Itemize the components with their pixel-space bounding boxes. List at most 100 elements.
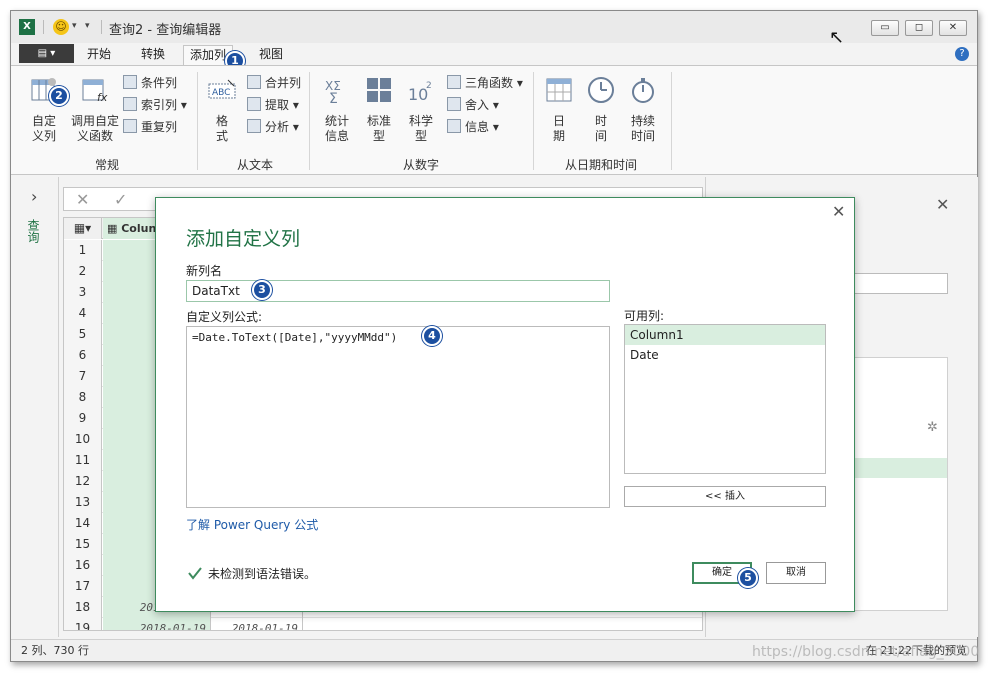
table-row[interactable]: 19 2018-01-19 2018-01-19 xyxy=(64,618,702,630)
standard-label-2: 型 xyxy=(372,129,385,143)
standard-button[interactable]: 标准 型 xyxy=(361,76,397,144)
cancel-button[interactable]: 取消 xyxy=(766,562,826,584)
step-badge-5: 5 xyxy=(738,568,758,588)
feedback-dropdown-icon[interactable]: ▾ xyxy=(72,21,77,31)
available-columns-list[interactable]: Column1 Date xyxy=(624,324,826,474)
information-label: 信息 xyxy=(465,120,490,134)
time-button[interactable]: 时 间 xyxy=(583,76,619,144)
close-pane-icon[interactable]: ✕ xyxy=(936,195,949,214)
quick-access-customize-icon[interactable]: ▾ xyxy=(85,21,90,31)
power-ten-icon: 102 xyxy=(408,81,432,104)
query-editor-window: X ☺ ▾ ▾ 查询2 - 查询编辑器 ↖ ▭ ◻ ✕ ▤ ▾ 开始 转换 添加… xyxy=(10,10,978,662)
svg-text:fx: fx xyxy=(97,91,108,104)
group-separator xyxy=(309,72,310,170)
confirm-formula-icon[interactable]: ✓ xyxy=(114,190,127,209)
trigonometry-button[interactable]: 三角函数 ▾ xyxy=(447,74,523,92)
calculator-icon xyxy=(367,78,391,102)
step-badge-3: 3 xyxy=(252,280,272,300)
smiley-feedback-icon[interactable]: ☺ xyxy=(53,19,69,35)
learn-power-query-link[interactable]: 了解 Power Query 公式 xyxy=(186,516,318,533)
duplicate-column-icon xyxy=(123,119,137,133)
formula-label: 自定义列公式: xyxy=(186,310,263,324)
time-label-2: 间 xyxy=(594,129,607,143)
rounding-icon xyxy=(447,97,461,111)
available-column-date[interactable]: Date xyxy=(625,345,825,365)
date-label-2: 期 xyxy=(552,129,565,143)
invoke-function-label-1: 调用自定 xyxy=(70,114,119,128)
format-label-1: 格 xyxy=(215,114,228,128)
date-button[interactable]: 日 期 xyxy=(541,76,577,144)
step-badge-4: 4 xyxy=(422,326,442,346)
row-number: 4 xyxy=(64,303,102,324)
duplicate-column-label: 重复列 xyxy=(141,120,178,134)
sigma-icon: XΣΣ xyxy=(325,79,341,107)
tab-view[interactable]: 视图 xyxy=(253,45,289,65)
group-label-general: 常规 xyxy=(95,158,120,172)
rounding-label: 舍入 xyxy=(465,98,490,112)
statistics-button[interactable]: XΣ Σ 统计 信息 xyxy=(317,76,357,144)
maximize-button[interactable]: ◻ xyxy=(905,20,933,36)
format-button[interactable]: ABC 格 式 xyxy=(205,76,239,144)
conditional-column-button[interactable]: 条件列 xyxy=(123,74,177,92)
row-number: 19 xyxy=(64,618,102,630)
extract-icon xyxy=(247,97,261,111)
row-number: 11 xyxy=(64,450,102,471)
duplicate-column-button[interactable]: 重复列 xyxy=(123,118,177,136)
row-number: 18 xyxy=(64,597,102,618)
help-icon[interactable]: ? xyxy=(955,47,969,61)
available-columns-label: 可用列: xyxy=(624,309,665,323)
row-number: 7 xyxy=(64,366,102,387)
index-column-button[interactable]: 索引列 ▾ xyxy=(123,96,187,114)
row-number: 10 xyxy=(64,429,102,450)
new-column-name-input[interactable]: DataTxt xyxy=(186,280,610,302)
row-number: 16 xyxy=(64,555,102,576)
group-separator xyxy=(671,72,672,170)
cell-column1[interactable]: 2018-01-19 xyxy=(103,618,211,630)
parse-button[interactable]: 分析 ▾ xyxy=(247,118,299,136)
row-number: 13 xyxy=(64,492,102,513)
window-title: 查询2 - 查询编辑器 xyxy=(109,23,222,38)
close-button[interactable]: ✕ xyxy=(939,20,967,36)
minimize-button[interactable]: ▭ xyxy=(871,20,899,36)
cancel-formula-icon[interactable]: ✕ xyxy=(76,190,89,209)
custom-column-label-1: 自定 xyxy=(31,114,56,128)
merge-columns-button[interactable]: 合并列 xyxy=(247,74,301,92)
tab-home[interactable]: 开始 xyxy=(81,45,117,65)
group-label-from-text: 从文本 xyxy=(237,158,274,172)
invoke-function-label-2: 义函数 xyxy=(76,129,113,143)
queries-pane-label[interactable]: 查询 xyxy=(26,219,42,243)
checkmark-icon xyxy=(188,567,202,580)
custom-column-label-2: 义列 xyxy=(31,129,56,143)
row-number: 6 xyxy=(64,345,102,366)
dialog-close-icon[interactable]: ✕ xyxy=(832,202,845,221)
time-label-1: 时 xyxy=(594,114,607,128)
separator xyxy=(43,20,44,34)
calendar-icon xyxy=(546,78,572,102)
table-menu-icon[interactable]: ▦▾ xyxy=(64,218,102,239)
gear-icon[interactable]: ✲ xyxy=(927,420,938,435)
insert-button[interactable]: << 插入 xyxy=(624,486,826,507)
information-icon xyxy=(447,119,461,133)
row-number: 2 xyxy=(64,261,102,282)
available-column-column1[interactable]: Column1 xyxy=(625,325,825,345)
extract-button[interactable]: 提取 ▾ xyxy=(247,96,299,114)
file-menu-button[interactable]: ▤ ▾ xyxy=(19,44,74,63)
dialog-title: 添加自定义列 xyxy=(186,228,301,250)
invoke-custom-function-button[interactable]: fx 调用自定 义函数 xyxy=(67,76,123,144)
format-abc-icon: ABC xyxy=(208,79,236,99)
tab-transform[interactable]: 转换 xyxy=(135,45,171,65)
svg-text:2: 2 xyxy=(426,81,432,91)
information-button[interactable]: 信息 ▾ xyxy=(447,118,499,136)
group-label-from-datetime: 从日期和时间 xyxy=(565,158,638,172)
stopwatch-icon xyxy=(632,78,654,103)
svg-text:Σ: Σ xyxy=(329,91,338,104)
scientific-button[interactable]: 10 2 科学 型 xyxy=(403,76,439,144)
cell-date[interactable]: 2018-01-19 xyxy=(211,618,303,630)
duration-button[interactable]: 持续 时间 xyxy=(623,76,663,144)
excel-logo-icon: X xyxy=(19,19,35,35)
custom-column-formula-input[interactable]: =Date.ToText([Date],"yyyyMMdd") xyxy=(186,326,610,508)
group-label-from-number: 从数字 xyxy=(403,158,440,172)
expand-chevron-icon[interactable]: › xyxy=(31,187,37,206)
standard-label-1: 标准 xyxy=(366,114,391,128)
rounding-button[interactable]: 舍入 ▾ xyxy=(447,96,499,114)
